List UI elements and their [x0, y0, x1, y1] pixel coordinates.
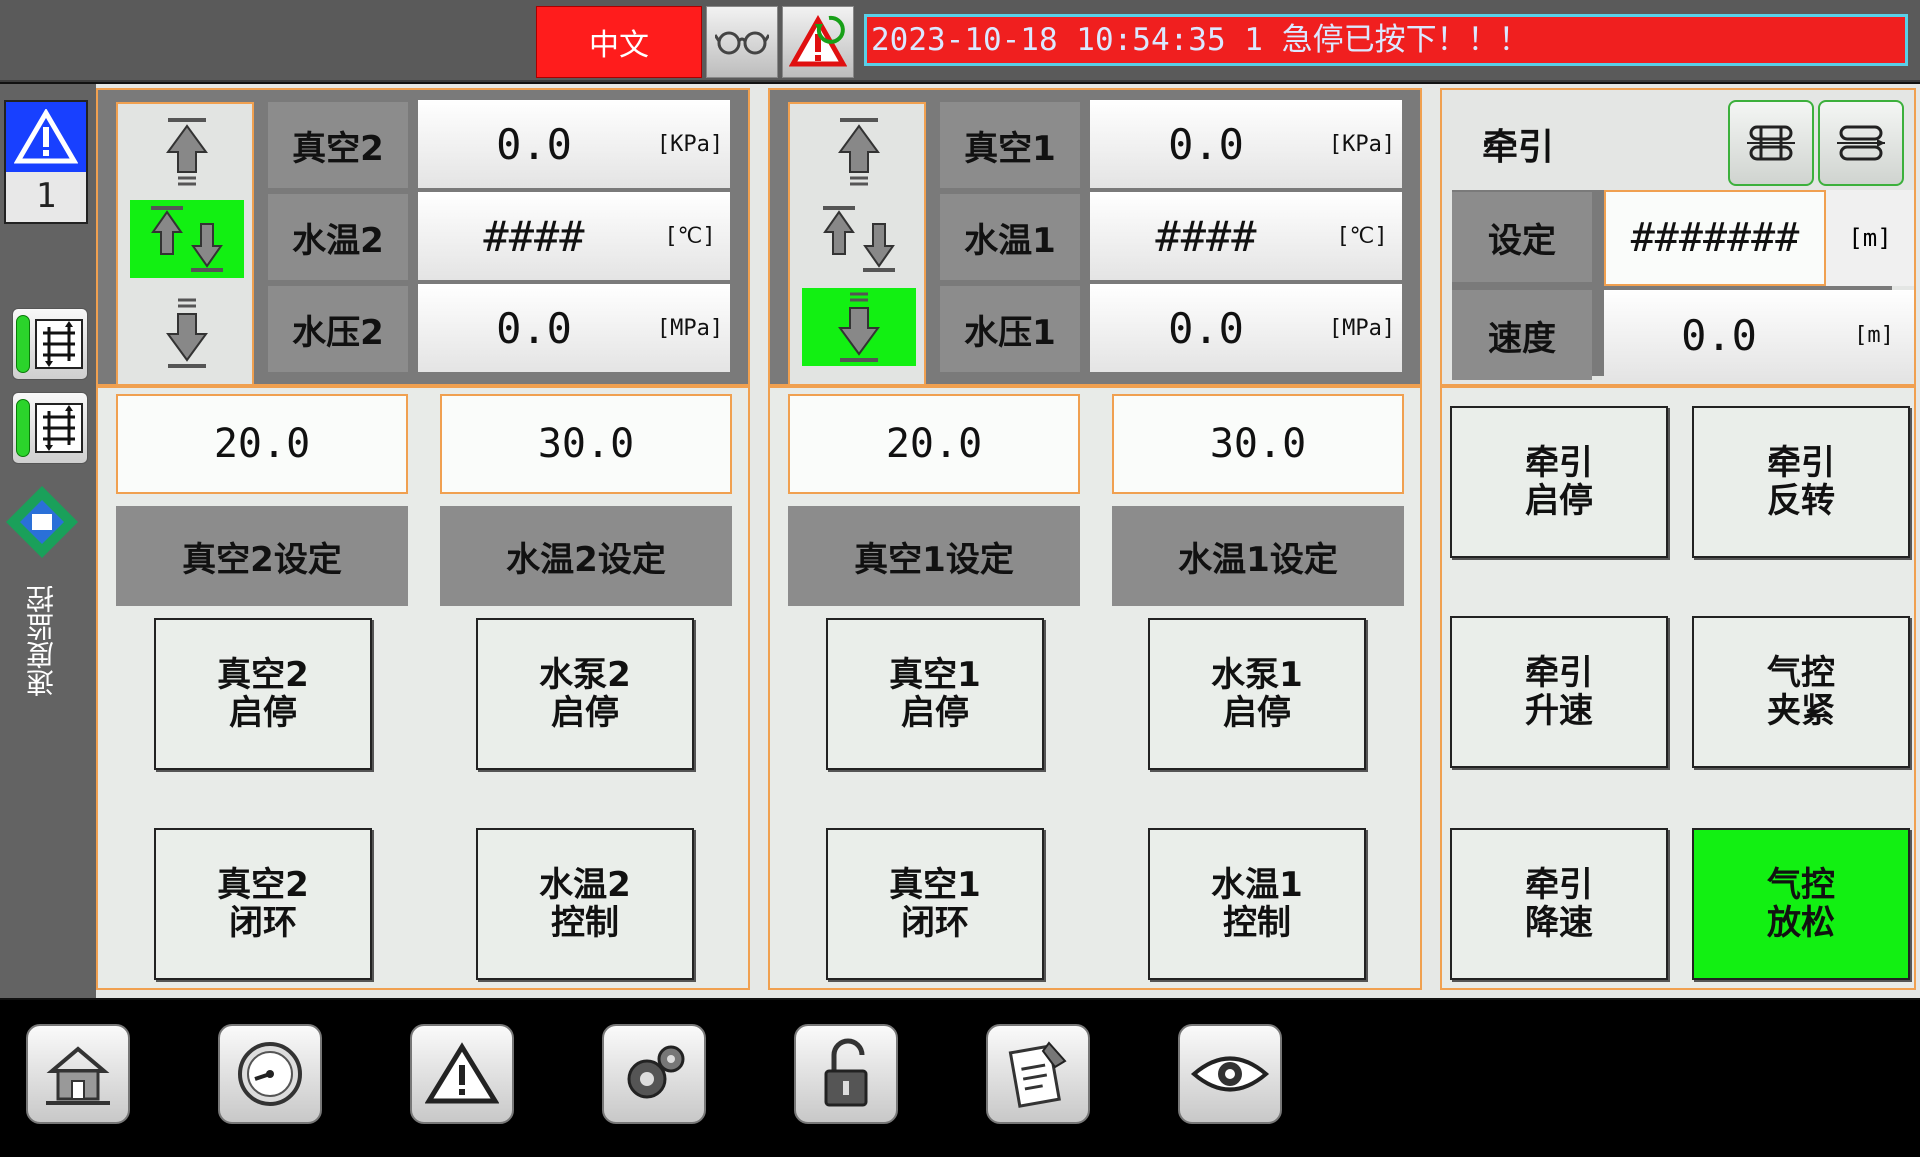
pneumatic-release-button[interactable]: 气控 放松: [1692, 828, 1910, 980]
water-temp1-value: ####: [1155, 211, 1257, 261]
line2-direction-selector[interactable]: [116, 102, 254, 388]
vacuum1-start-stop-button[interactable]: 真空1 启停: [826, 618, 1044, 770]
traction-set-input[interactable]: #######: [1604, 190, 1826, 286]
move-up-icon[interactable]: [130, 114, 244, 192]
water-temp2-setpoint-input[interactable]: 30.0: [440, 394, 732, 494]
traction-forward-icon[interactable]: [1728, 100, 1814, 186]
traction-title: 牵引: [1482, 127, 1555, 168]
move-both-icon[interactable]: [802, 200, 916, 278]
pump1-start-stop-button[interactable]: 水泵1 启停: [1148, 618, 1366, 770]
traction-speed-label: 速度: [1452, 290, 1592, 380]
alarm-counter[interactable]: 1: [4, 100, 88, 224]
traction-speed-up-button[interactable]: 牵引 升速: [1450, 616, 1668, 768]
vacuum2-label: 真空2: [268, 102, 408, 188]
water-pressure2-label: 水压2: [268, 286, 408, 372]
sidebar-switch-2[interactable]: [12, 392, 88, 464]
vacuum2-start-stop-button[interactable]: 真空2 启停: [154, 618, 372, 770]
settings-gear-icon[interactable]: [602, 1024, 706, 1124]
alarm-icon[interactable]: [410, 1024, 514, 1124]
pump2-start-stop-button[interactable]: 水泵2 启停: [476, 618, 694, 770]
water-pressure1-unit: [MPa]: [1328, 315, 1396, 341]
traction-speed-unit: [m]: [1854, 322, 1894, 348]
line1-direction-selector[interactable]: [788, 102, 926, 388]
traction-start-stop-button[interactable]: 牵引 启停: [1450, 406, 1668, 558]
vacuum2-closed-loop-button[interactable]: 真空2 闭环: [154, 828, 372, 980]
vacuum1-setpoint-label: 真空1设定: [788, 506, 1080, 606]
sidebar-switch-1[interactable]: [12, 308, 88, 380]
traction-speed-value: 0.0: [1681, 310, 1757, 360]
traction-reverse-button[interactable]: 牵引 反转: [1692, 406, 1910, 558]
water-temp2-readout: #### [℃]: [418, 192, 730, 280]
vacuum1-unit: [KPa]: [1328, 131, 1396, 157]
vacuum2-value: 0.0: [496, 119, 572, 169]
move-down-icon[interactable]: [130, 294, 244, 372]
water-temp1-setpoint-label: 水温1设定: [1112, 506, 1404, 606]
water-pressure1-value: 0.0: [1168, 303, 1244, 353]
glasses-icon[interactable]: [706, 6, 778, 78]
pneumatic-clamp-button[interactable]: 气控 夹紧: [1692, 616, 1910, 768]
divider: [770, 384, 1420, 388]
move-down-icon[interactable]: [802, 288, 916, 366]
traction-set-unit: [m]: [1826, 190, 1914, 286]
water-pressure2-unit: [MPa]: [656, 315, 724, 341]
water-temp2-unit: [℃]: [664, 223, 716, 249]
home-icon[interactable]: [26, 1024, 130, 1124]
divider: [98, 384, 748, 388]
water-pressure1-label: 水压1: [940, 286, 1080, 372]
traction-set-label: 设定: [1452, 192, 1592, 282]
traction-slow-down-button[interactable]: 牵引 降速: [1450, 828, 1668, 980]
vacuum2-unit: [KPa]: [656, 131, 724, 157]
move-up-icon[interactable]: [802, 114, 916, 192]
water-temp1-control-button[interactable]: 水温1 控制: [1148, 828, 1366, 980]
language-button[interactable]: 中文: [536, 6, 702, 78]
vacuum2-setpoint-input[interactable]: 20.0: [116, 394, 408, 494]
water-pressure1-readout: 0.0 [MPa]: [1090, 284, 1402, 372]
water-temp1-readout: #### [℃]: [1090, 192, 1402, 280]
status-led: [16, 315, 30, 373]
vacuum1-readout: 0.0 [KPa]: [1090, 100, 1402, 188]
transfer-arrows-icon: [35, 403, 83, 453]
water-pressure2-readout: 0.0 [MPa]: [418, 284, 730, 372]
vacuum2-readout: 0.0 [KPa]: [418, 100, 730, 188]
company-logo-icon: [2, 482, 82, 562]
notepad-icon[interactable]: [986, 1024, 1090, 1124]
eye-icon[interactable]: [1178, 1024, 1282, 1124]
unlock-icon[interactable]: [794, 1024, 898, 1124]
water-temp1-setpoint-input[interactable]: 30.0: [1112, 394, 1404, 494]
alarm-message-banner[interactable]: 2023-10-18 10:54:35 1 急停已按下！！！: [864, 14, 1908, 66]
speed-monitor-tab[interactable]: 速度监控: [22, 556, 62, 726]
status-led: [16, 399, 30, 457]
water-temp2-control-button[interactable]: 水温2 控制: [476, 828, 694, 980]
vacuum1-setpoint-input[interactable]: 20.0: [788, 394, 1080, 494]
divider: [1442, 384, 1914, 388]
water-pressure2-value: 0.0: [496, 303, 572, 353]
water-temp2-value: ####: [483, 211, 585, 261]
vacuum1-label: 真空1: [940, 102, 1080, 188]
warning-icon: [6, 102, 86, 172]
water-temp1-label: 水温1: [940, 194, 1080, 280]
move-both-icon[interactable]: [130, 200, 244, 278]
vacuum1-closed-loop-button[interactable]: 真空1 闭环: [826, 828, 1044, 980]
water-temp2-setpoint-label: 水温2设定: [440, 506, 732, 606]
alarm-refresh-icon[interactable]: [782, 6, 854, 78]
water-temp1-unit: [℃]: [1336, 223, 1388, 249]
vacuum1-value: 0.0: [1168, 119, 1244, 169]
water-temp2-label: 水温2: [268, 194, 408, 280]
alarm-count-value: 1: [35, 176, 57, 216]
transfer-arrows-icon: [35, 319, 83, 369]
traction-reverse-icon[interactable]: [1818, 100, 1904, 186]
vacuum2-setpoint-label: 真空2设定: [116, 506, 408, 606]
gauge-icon[interactable]: [218, 1024, 322, 1124]
traction-speed-readout: 0.0 [m]: [1604, 290, 1914, 380]
